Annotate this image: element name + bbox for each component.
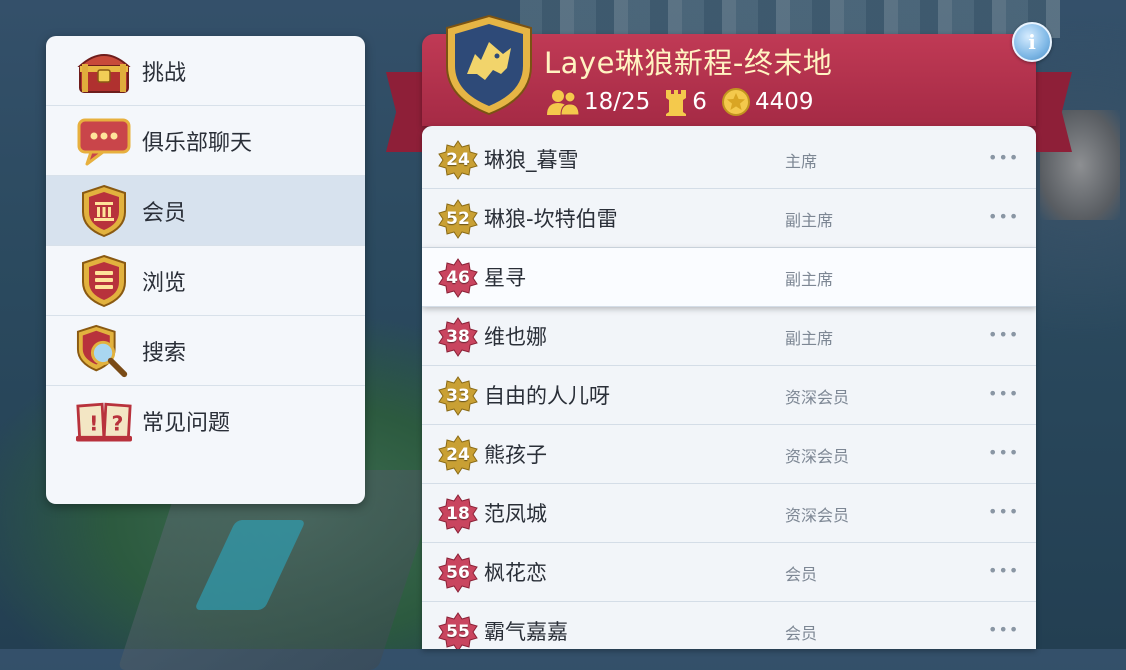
member-row[interactable]: 52 琳狼-坎特伯雷 副主席 ••• — [422, 189, 1036, 248]
level-badge: 18 — [438, 494, 478, 534]
member-row[interactable]: 56 枫花恋 会员 ••• — [422, 543, 1036, 602]
svg-text:!: ! — [89, 411, 98, 435]
club-stats: 18/25 6 4409 — [546, 87, 827, 117]
level-badge: 38 — [438, 317, 478, 357]
members-count-stat: 18/25 — [546, 88, 650, 116]
browse-shield-icon — [76, 254, 132, 307]
members-count: 18/25 — [584, 89, 651, 115]
member-name: 自由的人儿呀 — [484, 384, 610, 408]
member-name: 星寻 — [484, 266, 526, 290]
treasure-chest-icon — [76, 46, 132, 96]
menu-item-members[interactable]: 会员 — [46, 176, 365, 246]
star-coin-icon — [721, 88, 750, 116]
member-row[interactable]: 18 范凤城 资深会员 ••• — [422, 484, 1036, 543]
level-number: 46 — [446, 268, 470, 288]
search-magnifier-icon — [76, 324, 132, 377]
towers-stat: 6 — [664, 88, 707, 116]
menu-item-label: 会员 — [142, 200, 187, 226]
member-role: 资深会员 — [785, 388, 850, 407]
level-number: 33 — [446, 386, 470, 406]
more-options-button[interactable]: ••• — [988, 384, 1018, 404]
faq-book-icon: ! ? — [76, 396, 132, 446]
level-badge: 24 — [438, 140, 478, 180]
chat-bubble-icon — [76, 116, 132, 166]
member-row[interactable]: 24 琳狼_暮雪 主席 ••• — [422, 130, 1036, 189]
svg-text:?: ? — [111, 411, 123, 435]
menu-item-label: 浏览 — [142, 270, 187, 296]
more-options-button[interactable]: ••• — [988, 325, 1018, 345]
more-options-button[interactable]: ••• — [988, 207, 1018, 227]
menu-item-label: 挑战 — [142, 60, 187, 86]
level-number: 52 — [446, 209, 470, 229]
member-name: 范凤城 — [484, 502, 547, 526]
level-badge: 46 — [438, 258, 478, 298]
member-name: 琳狼_暮雪 — [484, 148, 579, 172]
more-options-button[interactable]: ••• — [988, 502, 1018, 522]
level-badge: 52 — [438, 199, 478, 239]
more-options-button[interactable]: ••• — [988, 561, 1018, 581]
info-button[interactable]: i — [1012, 22, 1052, 62]
level-number: 38 — [446, 327, 470, 347]
level-badge: 55 — [438, 612, 478, 649]
member-list[interactable]: 24 琳狼_暮雪 主席 ••• 52 琳狼-坎特伯雷 副主席 ••• 46 星寻… — [422, 126, 1036, 649]
member-role: 会员 — [785, 624, 818, 643]
level-number: 56 — [446, 563, 470, 583]
menu-item-search[interactable]: 搜索 — [46, 316, 365, 386]
level-number: 24 — [446, 150, 470, 170]
member-role: 资深会员 — [785, 447, 850, 466]
member-role: 副主席 — [785, 329, 834, 348]
menu-item-label: 俱乐部聊天 — [142, 130, 253, 156]
member-row[interactable]: 55 霸气嘉嘉 会员 ••• — [422, 602, 1036, 649]
menu-item-club-chat[interactable]: 俱乐部聊天 — [46, 106, 365, 176]
info-icon: i — [1028, 30, 1036, 54]
more-options-button[interactable]: ••• — [988, 443, 1018, 463]
tower-icon — [666, 90, 687, 116]
points-count: 4409 — [754, 89, 814, 115]
wolf-shield-icon — [445, 14, 533, 116]
level-badge: 24 — [438, 435, 478, 475]
member-role: 副主席 — [785, 211, 834, 230]
background-buildings — [520, 0, 1060, 38]
member-role: 副主席 — [785, 270, 834, 289]
member-row[interactable]: 38 维也娜 副主席 ••• — [422, 307, 1036, 366]
more-options-button[interactable]: ••• — [988, 620, 1018, 640]
menu-item-label: 常见问题 — [142, 410, 231, 436]
member-role: 会员 — [785, 565, 818, 584]
menu-item-faq[interactable]: ! ? 常见问题 — [46, 386, 365, 455]
towers-count: 6 — [692, 89, 707, 115]
member-name: 琳狼-坎特伯雷 — [484, 207, 618, 231]
member-row-selected[interactable]: 46 星寻 副主席 — [422, 248, 1036, 307]
members-icon — [547, 90, 580, 116]
level-badge: 33 — [438, 376, 478, 416]
menu-item-label: 搜索 — [142, 340, 187, 366]
member-name: 维也娜 — [484, 325, 547, 349]
club-menu: 挑战 俱乐部聊天 会员 浏览 搜索 ! ? 常见问题 — [46, 36, 365, 504]
club-name: Laye琳狼新程-终末地 — [544, 46, 833, 80]
members-shield-icon — [76, 184, 132, 237]
level-number: 55 — [446, 622, 470, 642]
member-name: 霸气嘉嘉 — [484, 620, 568, 644]
member-row[interactable]: 24 熊孩子 资深会员 ••• — [422, 425, 1036, 484]
level-number: 18 — [446, 504, 470, 524]
level-number: 24 — [446, 445, 470, 465]
level-badge: 56 — [438, 553, 478, 593]
points-stat: 4409 — [721, 87, 814, 117]
more-options-button[interactable]: ••• — [988, 148, 1018, 168]
member-name: 熊孩子 — [484, 443, 547, 467]
menu-item-browse[interactable]: 浏览 — [46, 246, 365, 316]
member-role: 资深会员 — [785, 506, 850, 525]
member-name: 枫花恋 — [484, 561, 547, 585]
menu-item-challenge[interactable]: 挑战 — [46, 36, 365, 106]
member-row[interactable]: 33 自由的人儿呀 资深会员 ••• — [422, 366, 1036, 425]
member-role: 主席 — [785, 152, 818, 171]
